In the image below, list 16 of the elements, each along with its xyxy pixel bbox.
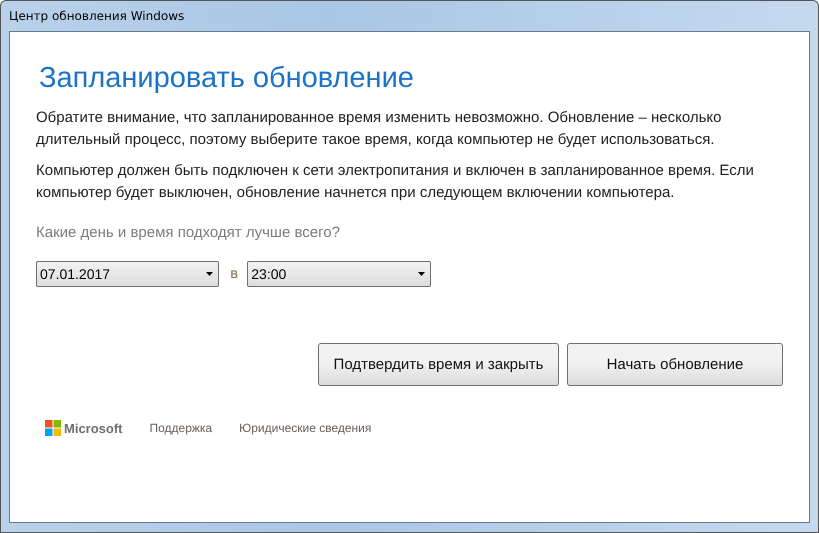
- action-button[interactable]: Подтвердить время и закрыть: [318, 343, 559, 386]
- question-text: Какие день и время подходят лучше всего?: [36, 224, 341, 241]
- page-heading: Запланировать обновление: [39, 62, 415, 95]
- paragraph: Компьютер должен быть подключен к сети электропитания и включен в запланированное время. Если компьютер будет выключен, обновление начнется при следующем включении компьютера.: [36, 161, 755, 203]
- brand-name: Microsoft: [64, 420, 122, 436]
- caret-icon: [418, 272, 426, 276]
- date-dropdown[interactable]: 07.01.2017: [36, 261, 219, 287]
- paragraph: Обратите внимание, что запланированное время изменить невозможно. Обновление – несколько длительный процесс, поэтому выберите такое время, когда компьютер не будет использоваться.: [36, 108, 723, 150]
- time-dropdown[interactable]: 23:00: [247, 261, 432, 287]
- windows-logo-icon: [45, 420, 61, 436]
- separator-label: в: [230, 266, 238, 282]
- footer-link[interactable]: Юридические сведения: [239, 421, 372, 435]
- footer-link[interactable]: Поддержка: [150, 421, 212, 435]
- caret-icon: [206, 272, 213, 276]
- window-title: Центр обновления Windows: [9, 9, 184, 23]
- action-button[interactable]: Начать обновление: [567, 343, 783, 386]
